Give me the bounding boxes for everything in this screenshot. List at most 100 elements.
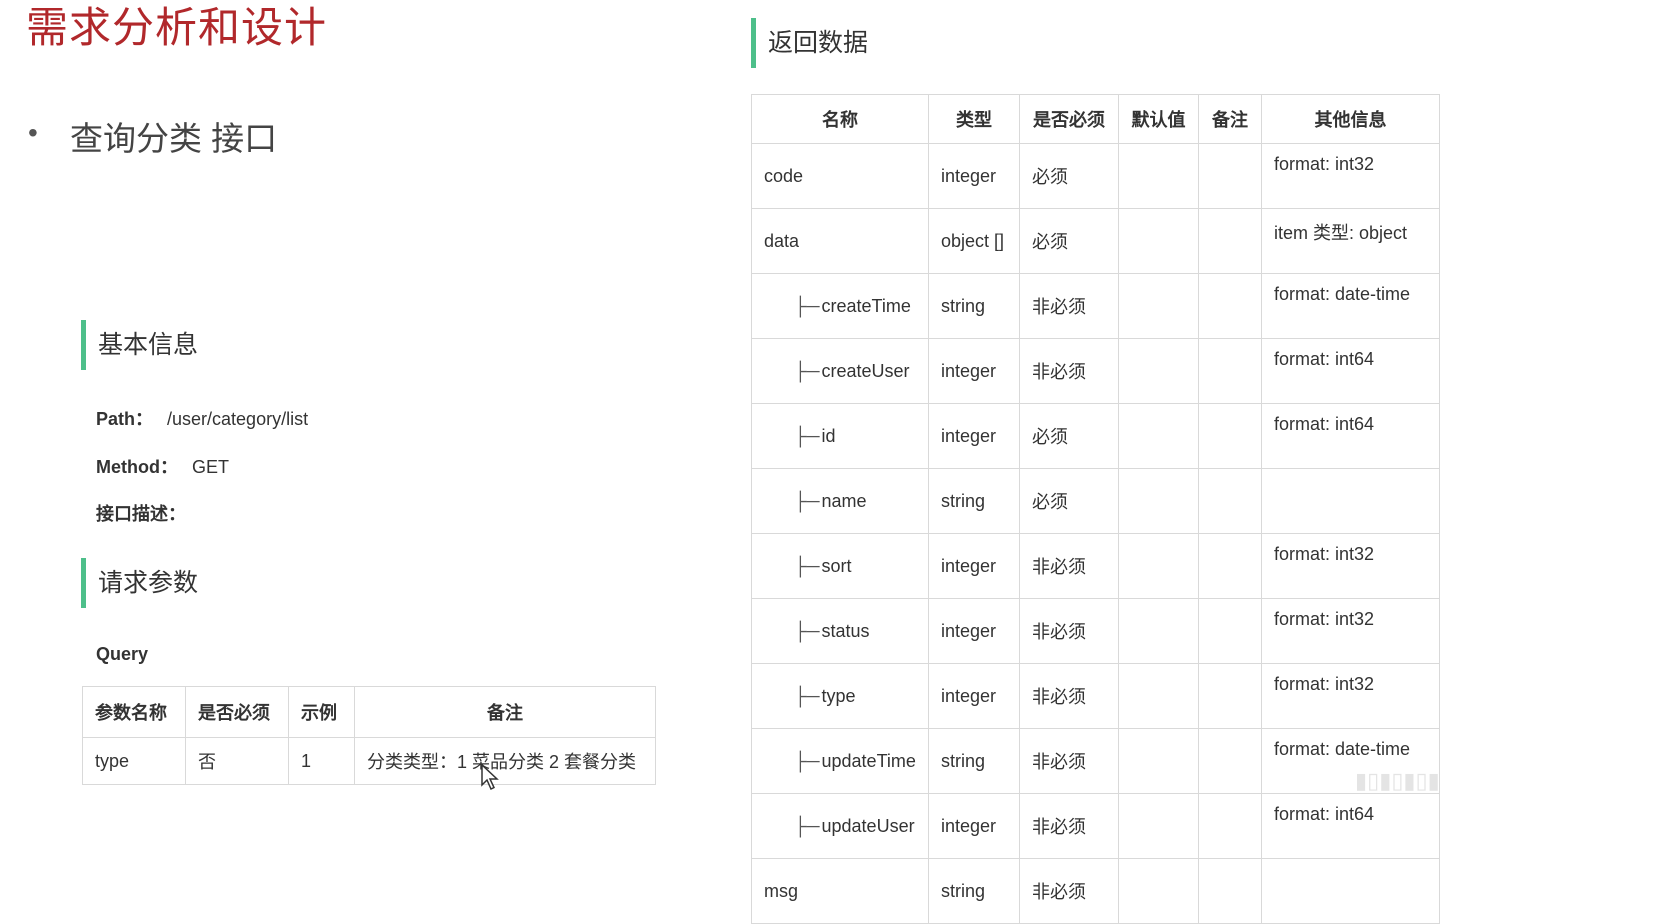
- field-other: format: int64: [1261, 403, 1440, 469]
- field-type: string: [928, 273, 1020, 339]
- field-name: msg: [764, 880, 799, 901]
- field-default: [1118, 338, 1199, 404]
- field-required: 必须: [1019, 208, 1119, 274]
- field-name-cell: ├─ name: [751, 468, 929, 534]
- field-note: [1198, 468, 1262, 534]
- field-required: 非必须: [1019, 728, 1119, 794]
- field-other: [1261, 468, 1440, 534]
- description-row: 接口描述：: [96, 500, 200, 526]
- param-example: 1: [288, 737, 355, 785]
- field-type: object []: [928, 208, 1020, 274]
- table-row: msg string 非必须: [751, 858, 1440, 924]
- watermark: ▮▯▮▯▮▯▮: [1355, 768, 1440, 793]
- table-row: ├─ updateUser integer 非必须 format: int64: [751, 793, 1440, 859]
- column-header: 其他信息: [1261, 94, 1440, 144]
- path-value: /user/category/list: [167, 409, 309, 429]
- method-value: GET: [191, 457, 229, 477]
- field-note: [1198, 208, 1262, 274]
- field-type: integer: [928, 533, 1020, 599]
- mouse-cursor-icon: [481, 763, 499, 791]
- field-type: integer: [928, 143, 1020, 209]
- table-row: ├─ updateTime string 非必须 format: date-time: [751, 728, 1440, 794]
- path-label: Path：: [96, 409, 154, 429]
- field-name: sort: [821, 555, 852, 576]
- field-name-cell: ├─ updateTime: [751, 728, 929, 794]
- field-name-cell: ├─ updateUser: [751, 793, 929, 859]
- field-type: string: [928, 468, 1020, 534]
- field-name-cell: msg: [751, 858, 929, 924]
- field-required: 非必须: [1019, 598, 1119, 664]
- field-default: [1118, 858, 1199, 924]
- tree-branch-icon: ├─: [794, 685, 820, 706]
- param-name: type: [82, 737, 186, 785]
- field-required: 非必须: [1019, 338, 1119, 404]
- field-note: [1198, 793, 1262, 859]
- field-note: [1198, 273, 1262, 339]
- field-required: 必须: [1019, 143, 1119, 209]
- response-table: 名称 类型 是否必须 默认值 备注 其他信息 code integer 必须 form…: [751, 94, 1440, 924]
- column-header: 参数名称: [82, 686, 186, 738]
- field-default: [1118, 598, 1199, 664]
- table-row: ├─ id integer 必须 format: int64: [751, 403, 1440, 469]
- field-other: format: int32: [1261, 143, 1440, 209]
- method-label: Method：: [96, 457, 178, 477]
- table-row: ├─ name string 必须: [751, 468, 1440, 534]
- tree-branch-icon: ├─: [794, 555, 820, 576]
- tree-branch-icon: ├─: [794, 620, 820, 641]
- field-other: [1261, 858, 1440, 924]
- column-header: 示例: [288, 686, 355, 738]
- field-name: updateTime: [821, 750, 916, 771]
- field-name-cell: code: [751, 143, 929, 209]
- field-default: [1118, 143, 1199, 209]
- column-header: 类型: [928, 94, 1020, 144]
- table-row: ├─ status integer 非必须 format: int32: [751, 598, 1440, 664]
- field-other: format: int64: [1261, 338, 1440, 404]
- field-type: integer: [928, 793, 1020, 859]
- basic-info-heading: 基本信息: [81, 320, 198, 370]
- bullet-text: 查询分类 接口: [70, 120, 278, 157]
- field-other: format: int32: [1261, 533, 1440, 599]
- table-row: ├─ sort integer 非必须 format: int32: [751, 533, 1440, 599]
- field-type: integer: [928, 598, 1020, 664]
- field-required: 非必须: [1019, 858, 1119, 924]
- field-name: createTime: [821, 295, 911, 316]
- tree-branch-icon: ├─: [794, 360, 820, 381]
- column-header: 备注: [354, 686, 656, 738]
- query-params-table: 参数名称 是否必须 示例 备注 type 否 1 分类类型：1 菜品分类 2 套…: [82, 686, 656, 785]
- column-header: 是否必须: [1019, 94, 1119, 144]
- tree-branch-icon: ├─: [794, 750, 820, 771]
- field-default: [1118, 793, 1199, 859]
- field-required: 必须: [1019, 468, 1119, 534]
- field-note: [1198, 858, 1262, 924]
- tree-branch-icon: ├─: [794, 425, 820, 446]
- table-row: ├─ type integer 非必须 format: int32: [751, 663, 1440, 729]
- param-note: 分类类型：1 菜品分类 2 套餐分类: [354, 737, 656, 785]
- field-name: id: [821, 425, 836, 446]
- field-name: name: [821, 490, 867, 511]
- description-label: 接口描述：: [96, 504, 186, 524]
- field-default: [1118, 468, 1199, 534]
- field-required: 非必须: [1019, 533, 1119, 599]
- table-row: data object [] 必须 item 类型: object: [751, 208, 1440, 274]
- bullet-icon: •: [28, 117, 38, 148]
- field-default: [1118, 208, 1199, 274]
- tree-branch-icon: ├─: [794, 295, 820, 316]
- field-other: format: date-time: [1261, 273, 1440, 339]
- query-label: Query: [96, 644, 149, 664]
- field-name-cell: ├─ createUser: [751, 338, 929, 404]
- table-row: ├─ createTime string 非必须 format: date-time: [751, 273, 1440, 339]
- table-row: type 否 1 分类类型：1 菜品分类 2 套餐分类: [82, 737, 656, 785]
- field-required: 必须: [1019, 403, 1119, 469]
- field-other: format: int32: [1261, 663, 1440, 729]
- field-type: string: [928, 858, 1020, 924]
- field-name-cell: data: [751, 208, 929, 274]
- field-required: 非必须: [1019, 793, 1119, 859]
- request-params-heading: 请求参数: [81, 558, 198, 608]
- column-header: 是否必须: [185, 686, 289, 738]
- table-header-row: 参数名称 是否必须 示例 备注: [82, 686, 656, 738]
- field-required: 非必须: [1019, 273, 1119, 339]
- field-default: [1118, 403, 1199, 469]
- field-default: [1118, 533, 1199, 599]
- field-name: status: [821, 620, 870, 641]
- path-row: Path： /user/category/list: [96, 405, 308, 431]
